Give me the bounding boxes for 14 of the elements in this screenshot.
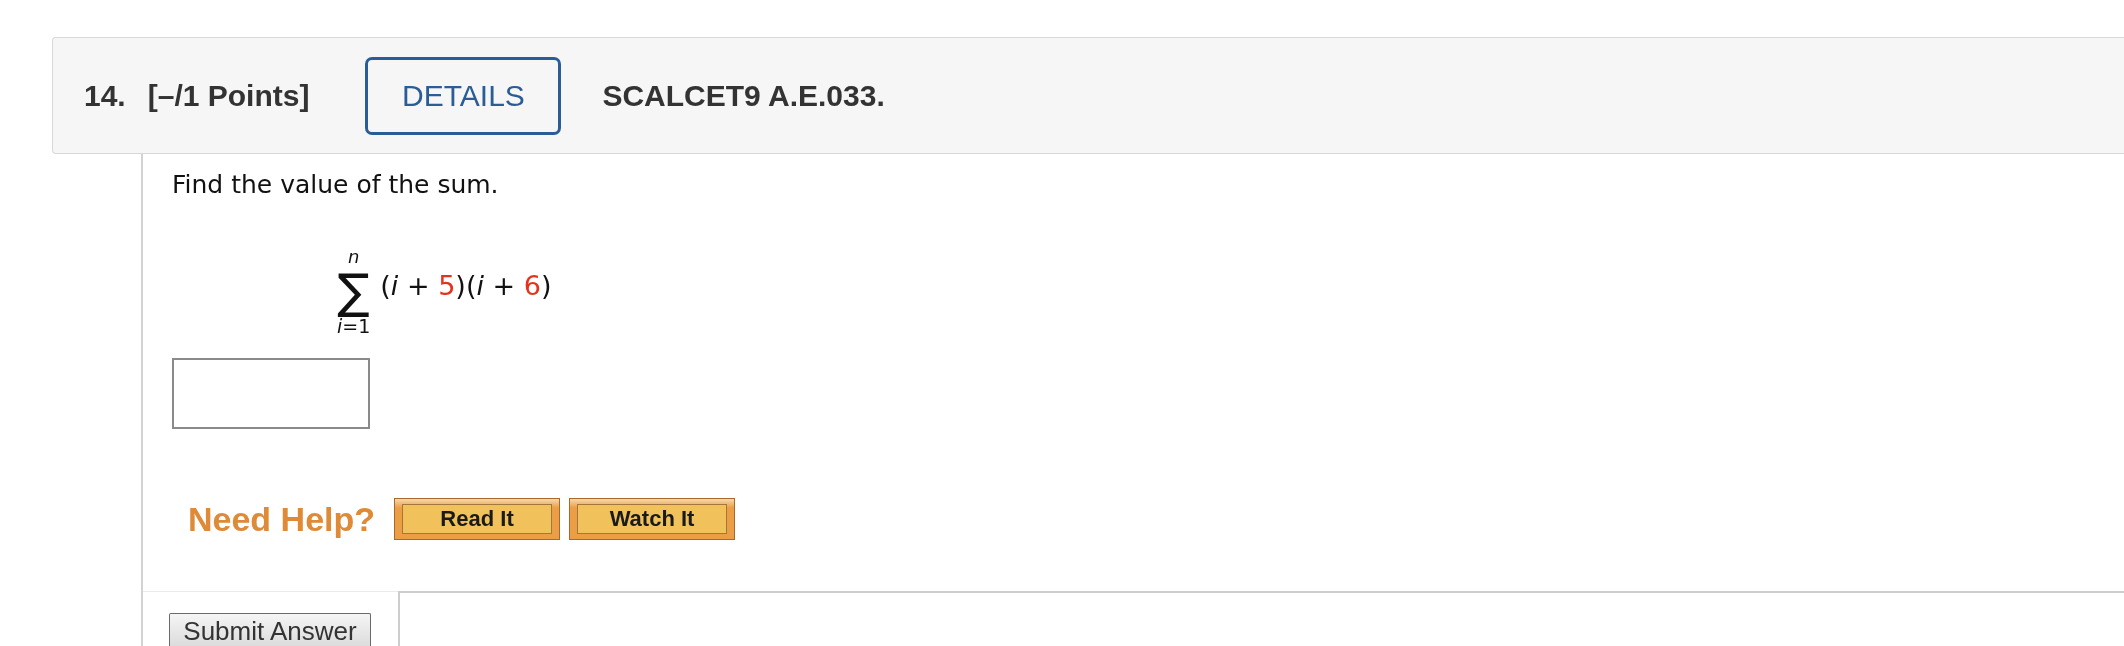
help-label: Need Help? <box>188 499 376 539</box>
help-button[interactable]: Watch It <box>569 498 736 540</box>
points-label: [–/1 Points] <box>147 78 310 113</box>
details-button[interactable]: DETAILS <box>365 56 562 135</box>
help-button[interactable]: Read It <box>394 498 561 540</box>
question-number: 14. <box>84 78 126 113</box>
sum-lower-limit: i=1 <box>337 316 371 336</box>
summation-sign: ∑ <box>337 266 370 316</box>
problem-code: SCALCET9 A.E.033. <box>602 78 885 113</box>
question-prompt: Find the value of the sum. <box>172 170 500 200</box>
submit-button[interactable]: Submit Answer <box>169 613 371 646</box>
sum-upper-limit: n <box>347 248 360 266</box>
answer-field[interactable] <box>172 358 370 429</box>
sum-expression: (i + 5)(i + 6) <box>380 271 552 301</box>
